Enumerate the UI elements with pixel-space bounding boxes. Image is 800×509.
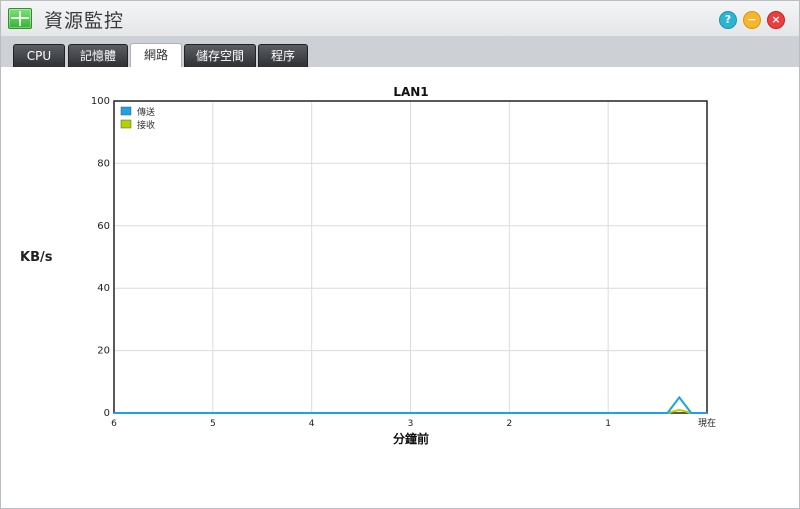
legend-swatch-send	[120, 106, 132, 116]
network-panel: KB/s LAN1 0 20 40 60 80 100 6 5 4 3 2 1 現在 傳送 接收 分鐘…	[1, 67, 799, 508]
x-tick-label: 6	[111, 419, 117, 429]
x-tick-label: 現在	[698, 417, 716, 429]
x-axis-label: 分鐘前	[393, 431, 429, 446]
chart-grid	[114, 101, 707, 413]
y-tick-label: 40	[97, 283, 110, 294]
tab-network[interactable]: 網路	[130, 43, 182, 67]
legend-label-send: 傳送	[137, 106, 155, 118]
tab-bar: CPU 記憶體 網路 儲存空間 程序	[1, 36, 799, 67]
legend-swatch-receive	[120, 119, 132, 129]
y-tick-label: 60	[97, 221, 110, 232]
x-tick-label: 3	[408, 419, 414, 429]
y-tick-labels: 0 20 40 60 80 100	[91, 96, 110, 419]
help-button[interactable]: ?	[719, 11, 737, 29]
close-button[interactable]: ×	[767, 11, 785, 29]
minimize-button[interactable]: −	[743, 11, 761, 29]
y-tick-label: 80	[97, 158, 110, 169]
title-bar[interactable]: 資源監控 ? − ×	[1, 1, 799, 36]
x-tick-label: 5	[210, 419, 216, 429]
chart-title: LAN1	[393, 85, 428, 99]
legend-label-receive: 接收	[137, 119, 155, 131]
tab-processes[interactable]: 程序	[258, 44, 308, 67]
resource-monitor-window: 資源監控 ? − × CPU 記憶體 網路 儲存空間 程序 KB/s LAN1 …	[0, 0, 800, 509]
x-tick-label: 1	[605, 419, 611, 429]
lan1-network-chart: LAN1 0 20 40 60 80 100 6 5 4 3 2 1 現在 傳送 接收 分鐘前	[91, 85, 716, 446]
tab-memory[interactable]: 記憶體	[68, 44, 128, 67]
tab-cpu[interactable]: CPU	[13, 44, 65, 67]
window-title: 資源監控	[44, 10, 125, 32]
y-tick-label: 20	[97, 346, 110, 357]
y-tick-label: 100	[91, 96, 110, 107]
tab-storage[interactable]: 儲存空間	[184, 44, 256, 67]
resource-monitor-app-icon	[8, 8, 32, 29]
x-tick-label: 2	[506, 419, 512, 429]
x-tick-label: 4	[309, 419, 315, 429]
y-tick-label: 0	[104, 408, 110, 419]
x-tick-labels: 6 5 4 3 2 1 現在	[111, 417, 716, 429]
chart-legend: 傳送 接收	[120, 106, 155, 131]
